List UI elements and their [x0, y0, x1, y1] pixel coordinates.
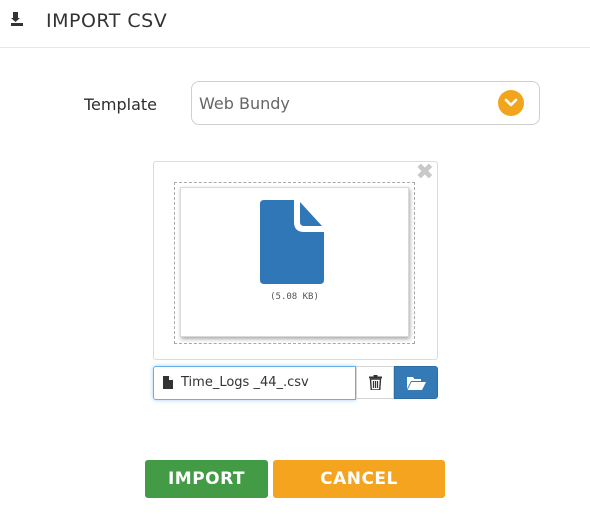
filename-text: Time_Logs _44_.csv [181, 375, 309, 390]
page-title: IMPORT CSV [46, 10, 168, 32]
template-label: Template [84, 95, 158, 114]
close-icon[interactable]: ✖ [416, 162, 434, 184]
template-select[interactable]: Web Bundy [191, 81, 540, 125]
browse-button[interactable] [394, 366, 438, 399]
file-size: (5.08 KB) [270, 292, 319, 302]
import-button[interactable]: IMPORT [145, 460, 268, 498]
file-icon [260, 200, 324, 284]
trash-icon [369, 375, 382, 390]
dialog-header: IMPORT CSV [0, 0, 590, 48]
cancel-button[interactable]: CANCEL [273, 460, 445, 498]
template-select-value: Web Bundy [199, 94, 290, 113]
remove-file-button[interactable] [356, 366, 394, 399]
file-import-icon [11, 12, 23, 26]
file-icon [163, 376, 173, 389]
file-preview-frame: ✖ (5.08 KB) [153, 161, 438, 360]
file-drop-zone[interactable]: (5.08 KB) [174, 182, 415, 344]
filename-field[interactable]: Time_Logs _44_.csv [153, 366, 356, 400]
folder-open-icon [407, 377, 426, 390]
chevron-down-icon[interactable] [498, 90, 524, 116]
file-preview-card: (5.08 KB) [180, 187, 409, 337]
